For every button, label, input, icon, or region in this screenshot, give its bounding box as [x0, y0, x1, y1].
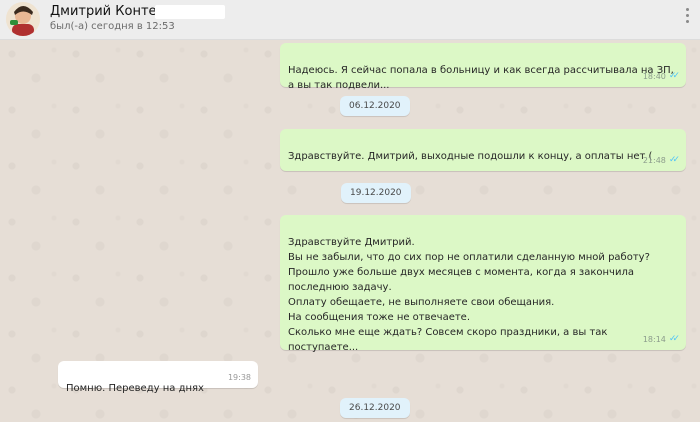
chat-header[interactable]: Дмитрий Контент был(-а) сегодня в 12:53: [0, 0, 700, 40]
message-text: Здравствуйте. Дмитрий, выходные подошли …: [288, 151, 653, 162]
message-outgoing[interactable]: Здравствуйте. Дмитрий, выходные подошли …: [280, 129, 686, 171]
date-divider: 19.12.2020: [341, 183, 411, 203]
message-time: 18:40: [642, 72, 666, 81]
double-check-read-icon: ✓✓: [668, 334, 680, 344]
message-meta: 19:38: [228, 370, 251, 385]
date-divider: 26.12.2020: [340, 398, 410, 418]
message-meta: 18:14 ✓✓: [642, 332, 680, 347]
avatar[interactable]: [6, 2, 40, 36]
message-incoming[interactable]: Помню. Переведу на днях 19:38: [58, 361, 258, 394]
redaction-block: [155, 5, 225, 19]
message-time: 18:14: [642, 335, 666, 344]
message-time: 19:38: [227, 373, 251, 382]
more-vertical-icon[interactable]: [686, 8, 690, 26]
avatar-picture: [6, 2, 40, 36]
message-text: Здравствуйте Дмитрий. Вы не забыли, что …: [288, 237, 650, 353]
double-check-read-icon: ✓✓: [668, 155, 680, 165]
message-time: 21:48: [642, 156, 666, 165]
date-divider: 06.12.2020: [340, 96, 410, 116]
message-meta: 21:48 ✓✓: [642, 153, 680, 168]
message-meta: 18:40 ✓✓: [642, 69, 680, 84]
message-outgoing[interactable]: Надеюсь. Я сейчас попала в больницу и ка…: [280, 43, 686, 91]
double-check-read-icon: ✓✓: [668, 71, 680, 81]
last-seen-status: был(-а) сегодня в 12:53: [50, 21, 175, 32]
message-text: Помню. Переведу на днях: [66, 383, 204, 394]
message-outgoing[interactable]: Здравствуйте Дмитрий. Вы не забыли, что …: [280, 215, 686, 353]
